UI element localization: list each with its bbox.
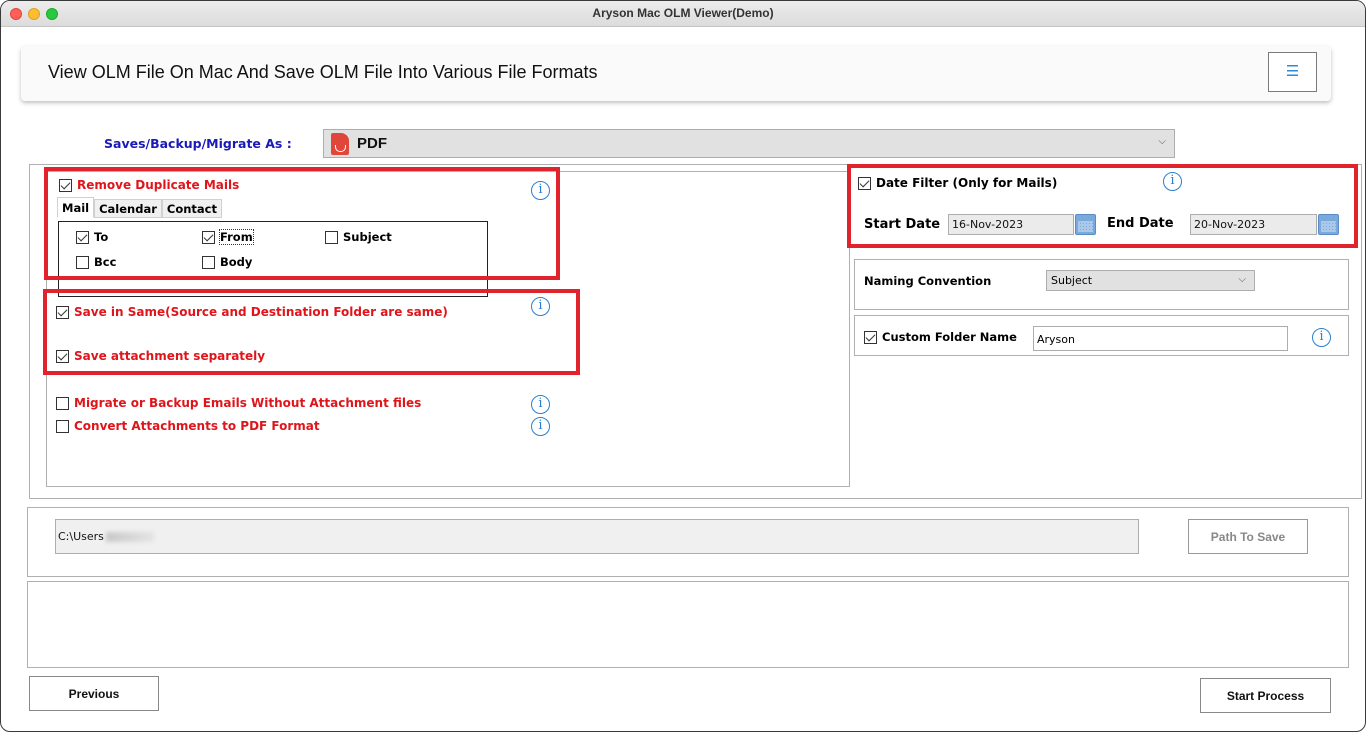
- field-to-checkbox[interactable]: [76, 230, 89, 244]
- naming-convention-select[interactable]: Subject ⌵: [1046, 270, 1255, 291]
- save-in-same-option[interactable]: Save in Same(Source and Destination Fold…: [56, 305, 448, 319]
- custom-folder-option[interactable]: Custom Folder Name: [864, 330, 1017, 344]
- field-from-option[interactable]: From: [202, 229, 254, 245]
- start-date-input[interactable]: 16-Nov-2023: [948, 214, 1074, 235]
- save-in-same-label: Save in Same(Source and Destination Fold…: [74, 305, 448, 319]
- calendar-icon[interactable]: [1318, 214, 1339, 235]
- without-attachments-option[interactable]: Migrate or Backup Emails Without Attachm…: [56, 396, 421, 410]
- custom-folder-checkbox[interactable]: [864, 330, 877, 344]
- date-filter-label: Date Filter (Only for Mails): [876, 176, 1058, 190]
- without-attachments-checkbox[interactable]: [56, 396, 69, 410]
- calendar-icon[interactable]: [1075, 214, 1096, 235]
- end-date-input[interactable]: 20-Nov-2023: [1190, 214, 1317, 235]
- save-format-select[interactable]: PDF ⌵: [323, 129, 1175, 158]
- remove-duplicates-option[interactable]: Remove Duplicate Mails: [59, 178, 239, 192]
- remove-duplicates-label: Remove Duplicate Mails: [77, 178, 240, 192]
- previous-button[interactable]: Previous: [29, 676, 159, 711]
- field-body-checkbox[interactable]: [202, 255, 215, 269]
- field-body-label: Body: [220, 255, 253, 269]
- end-date-label: End Date: [1107, 216, 1174, 231]
- duplicate-type-tabs: Mail Calendar Contact: [57, 197, 222, 218]
- convert-attachments-pdf-label: Convert Attachments to PDF Format: [74, 419, 320, 433]
- left-options-panel: [46, 171, 850, 487]
- field-subject-label: Subject: [343, 230, 392, 244]
- field-from-label: From: [219, 229, 254, 245]
- tab-mail[interactable]: Mail: [57, 197, 95, 218]
- date-filter-option[interactable]: Date Filter (Only for Mails): [858, 176, 1057, 190]
- header-card: View OLM File On Mac And Save OLM File I…: [21, 46, 1331, 101]
- info-icon[interactable]: i: [531, 181, 550, 200]
- tab-calendar[interactable]: Calendar: [94, 199, 162, 218]
- start-date-label: Start Date: [864, 217, 941, 232]
- redacted-username: [105, 532, 154, 542]
- save-in-same-checkbox[interactable]: [56, 305, 69, 319]
- save-attachment-separately-checkbox[interactable]: [56, 349, 69, 363]
- field-bcc-checkbox[interactable]: [76, 255, 89, 269]
- title-bar: Aryson Mac OLM Viewer(Demo): [1, 1, 1365, 27]
- naming-convention-value: Subject: [1051, 274, 1093, 287]
- window-title: Aryson Mac OLM Viewer(Demo): [592, 6, 774, 20]
- field-to-option[interactable]: To: [76, 230, 108, 244]
- without-attachments-label: Migrate or Backup Emails Without Attachm…: [74, 396, 422, 410]
- remove-duplicates-checkbox[interactable]: [59, 178, 72, 192]
- custom-folder-input[interactable]: Aryson: [1033, 326, 1288, 351]
- field-subject-option[interactable]: Subject: [325, 230, 392, 244]
- pdf-file-icon: [331, 133, 349, 155]
- hamburger-menu-icon: ☰: [1285, 63, 1300, 80]
- chevron-down-icon: ⌵: [1158, 136, 1166, 147]
- convert-attachments-pdf-checkbox[interactable]: [56, 419, 69, 433]
- destination-path-value: C:\Users: [58, 530, 104, 543]
- save-attachment-separately-option[interactable]: Save attachment separately: [56, 349, 265, 363]
- field-to-label: To: [94, 230, 109, 244]
- mail-tab-panel: [58, 221, 488, 297]
- chevron-down-icon: ⌵: [1238, 274, 1246, 285]
- naming-convention-label: Naming Convention: [864, 274, 992, 288]
- path-to-save-button[interactable]: Path To Save: [1188, 519, 1308, 554]
- progress-log-area: [27, 581, 1349, 668]
- app-window: Aryson Mac OLM Viewer(Demo) View OLM Fil…: [0, 0, 1366, 732]
- menu-button[interactable]: ☰: [1268, 52, 1317, 92]
- field-bcc-label: Bcc: [94, 255, 117, 269]
- convert-attachments-pdf-option[interactable]: Convert Attachments to PDF Format: [56, 419, 320, 433]
- tab-contact[interactable]: Contact: [161, 199, 222, 218]
- field-body-option[interactable]: Body: [202, 255, 252, 269]
- custom-folder-label: Custom Folder Name: [882, 330, 1017, 344]
- info-icon[interactable]: i: [531, 395, 550, 414]
- save-format-label: Saves/Backup/Migrate As :: [104, 136, 292, 151]
- info-icon[interactable]: i: [531, 297, 550, 316]
- save-attachment-separately-label: Save attachment separately: [74, 349, 266, 363]
- page-title: View OLM File On Mac And Save OLM File I…: [48, 62, 598, 82]
- info-icon[interactable]: i: [1312, 328, 1331, 347]
- info-icon[interactable]: i: [1163, 172, 1182, 191]
- field-subject-checkbox[interactable]: [325, 230, 338, 244]
- field-bcc-option[interactable]: Bcc: [76, 255, 116, 269]
- date-filter-checkbox[interactable]: [858, 176, 871, 190]
- save-format-value: PDF: [357, 135, 387, 152]
- field-from-checkbox[interactable]: [202, 230, 215, 244]
- destination-path-input[interactable]: C:\Users: [55, 519, 1139, 554]
- start-process-button[interactable]: Start Process: [1200, 678, 1331, 713]
- info-icon[interactable]: i: [531, 417, 550, 436]
